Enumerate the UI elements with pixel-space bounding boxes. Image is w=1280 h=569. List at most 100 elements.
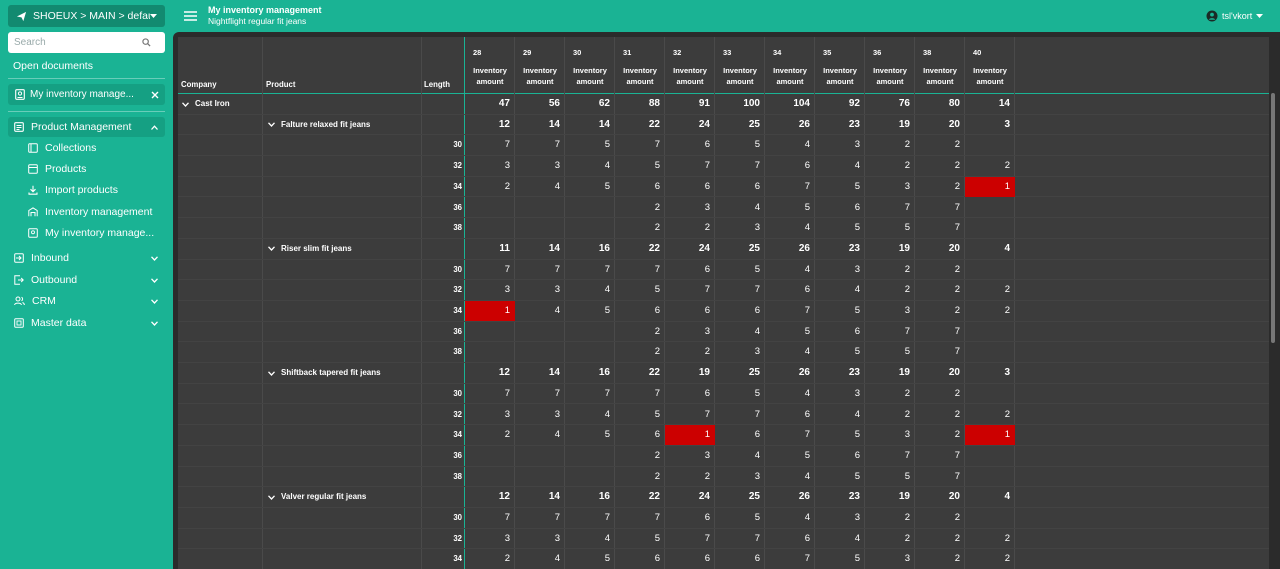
inventory-cell[interactable]: 2 [865, 405, 915, 425]
inventory-cell[interactable]: 6 [615, 549, 665, 569]
inventory-cell[interactable]: 7 [515, 508, 565, 528]
open-document-tab[interactable]: My inventory manage... [8, 84, 165, 105]
inventory-cell[interactable]: 26 [765, 115, 815, 135]
inventory-cell[interactable]: 2 [915, 280, 965, 300]
column-header-size-31[interactable]: 31 Inventory amount [615, 37, 665, 93]
inventory-cell[interactable]: 7 [765, 549, 815, 569]
inventory-cell[interactable]: 26 [765, 487, 815, 507]
inventory-cell[interactable]: 7 [665, 529, 715, 549]
inventory-cell[interactable]: 3 [715, 467, 765, 487]
chevron-down-icon[interactable] [268, 370, 275, 376]
nav-outbound[interactable]: Outbound [8, 270, 165, 290]
chevron-down-icon[interactable] [182, 101, 189, 107]
inventory-cell[interactable]: 7 [765, 301, 815, 321]
inventory-cell[interactable]: 11 [465, 239, 515, 259]
inventory-cell[interactable] [965, 446, 1015, 466]
inventory-cell[interactable]: 20 [915, 363, 965, 383]
inventory-cell[interactable]: 4 [815, 280, 865, 300]
inventory-cell[interactable]: 20 [915, 487, 965, 507]
company-label[interactable]: Cast Iron [182, 94, 230, 114]
tenant-selector[interactable]: SHOEUX > MAIN > default [8, 5, 165, 27]
inventory-cell[interactable]: 7 [915, 342, 965, 362]
inventory-cell[interactable]: 5 [765, 446, 815, 466]
inventory-cell[interactable]: 22 [615, 115, 665, 135]
inventory-cell[interactable]: 7 [615, 508, 665, 528]
inventory-cell[interactable]: 16 [565, 487, 615, 507]
inventory-cell[interactable]: 4 [515, 549, 565, 569]
inventory-cell[interactable]: 2 [915, 549, 965, 569]
inventory-cell[interactable]: 25 [715, 487, 765, 507]
inventory-cell[interactable]: 7 [915, 218, 965, 238]
inventory-cell[interactable]: 3 [865, 301, 915, 321]
inventory-cell[interactable]: 6 [765, 156, 815, 176]
inventory-cell[interactable]: 3 [865, 425, 915, 445]
inventory-cell[interactable]: 7 [515, 384, 565, 404]
inventory-cell[interactable]: 16 [565, 363, 615, 383]
inventory-cell[interactable]: 6 [665, 301, 715, 321]
inventory-cell[interactable]: 6 [665, 508, 715, 528]
inventory-cell[interactable]: 3 [465, 156, 515, 176]
inventory-cell[interactable]: 4 [815, 529, 865, 549]
nav-crm[interactable]: CRM [8, 291, 165, 311]
inventory-cell[interactable]: 2 [965, 549, 1015, 569]
inventory-cell[interactable]: 7 [615, 384, 665, 404]
inventory-cell[interactable]: 5 [565, 135, 615, 155]
inventory-cell[interactable]: 4 [965, 487, 1015, 507]
inventory-cell[interactable]: 4 [815, 156, 865, 176]
inventory-cell[interactable] [465, 446, 515, 466]
inventory-cell[interactable]: 6 [615, 301, 665, 321]
inventory-cell[interactable]: 7 [865, 446, 915, 466]
inventory-cell[interactable] [515, 218, 565, 238]
inventory-cell[interactable]: 6 [815, 446, 865, 466]
inventory-cell[interactable] [515, 322, 565, 342]
inventory-cell[interactable]: 4 [815, 405, 865, 425]
inventory-cell[interactable] [465, 342, 515, 362]
inventory-cell[interactable]: 47 [465, 94, 515, 114]
inventory-cell[interactable]: 2 [465, 177, 515, 197]
inventory-cell[interactable]: 5 [615, 280, 665, 300]
inventory-cell[interactable]: 3 [465, 280, 515, 300]
inventory-cell[interactable]: 5 [865, 342, 915, 362]
nav-inventory-management[interactable]: Inventory management [8, 202, 165, 222]
inventory-cell[interactable] [565, 467, 615, 487]
hamburger-menu-icon[interactable] [184, 10, 197, 22]
chevron-down-icon[interactable] [151, 320, 158, 326]
column-header-length[interactable]: Length [424, 80, 450, 89]
inventory-cell[interactable]: 3 [865, 177, 915, 197]
inventory-cell[interactable]: 88 [615, 94, 665, 114]
inventory-cell[interactable]: 4 [565, 280, 615, 300]
vertical-scrollbar[interactable] [1271, 93, 1275, 343]
inventory-cell[interactable]: 7 [915, 467, 965, 487]
inventory-cell[interactable]: 80 [915, 94, 965, 114]
inventory-cell[interactable]: 4 [765, 384, 815, 404]
inventory-cell[interactable]: 23 [815, 239, 865, 259]
inventory-cell[interactable]: 5 [815, 301, 865, 321]
inventory-cell[interactable]: 5 [865, 218, 915, 238]
inventory-cell[interactable]: 2 [965, 301, 1015, 321]
inventory-cell[interactable]: 3 [515, 405, 565, 425]
inventory-cell[interactable]: 24 [665, 487, 715, 507]
inventory-cell[interactable]: 2 [865, 280, 915, 300]
inventory-cell[interactable]: 22 [615, 487, 665, 507]
inventory-cell[interactable]: 6 [715, 425, 765, 445]
nav-master-data[interactable]: Master data [8, 313, 165, 333]
inventory-cell[interactable]: 4 [715, 446, 765, 466]
inventory-cell[interactable]: 2 [665, 342, 715, 362]
inventory-cell[interactable]: 6 [815, 322, 865, 342]
column-header-size-33[interactable]: 33 Inventory amount [715, 37, 765, 93]
inventory-cell[interactable]: 26 [765, 239, 815, 259]
column-header-size-35[interactable]: 35 Inventory amount [815, 37, 865, 93]
inventory-cell[interactable]: 6 [665, 384, 715, 404]
inventory-cell[interactable]: 2 [965, 529, 1015, 549]
column-header-size-30[interactable]: 30 Inventory amount [565, 37, 615, 93]
inventory-cell[interactable] [565, 322, 615, 342]
inventory-cell[interactable]: 3 [515, 156, 565, 176]
inventory-cell[interactable]: 14 [515, 115, 565, 135]
inventory-cell[interactable]: 22 [615, 239, 665, 259]
inventory-cell[interactable]: 25 [715, 115, 765, 135]
inventory-cell[interactable]: 3 [965, 115, 1015, 135]
user-menu[interactable]: tsl'vkort [1206, 10, 1264, 22]
inventory-cell[interactable]: 7 [615, 260, 665, 280]
inventory-cell[interactable]: 7 [565, 508, 615, 528]
nav-inbound[interactable]: Inbound [8, 248, 165, 268]
